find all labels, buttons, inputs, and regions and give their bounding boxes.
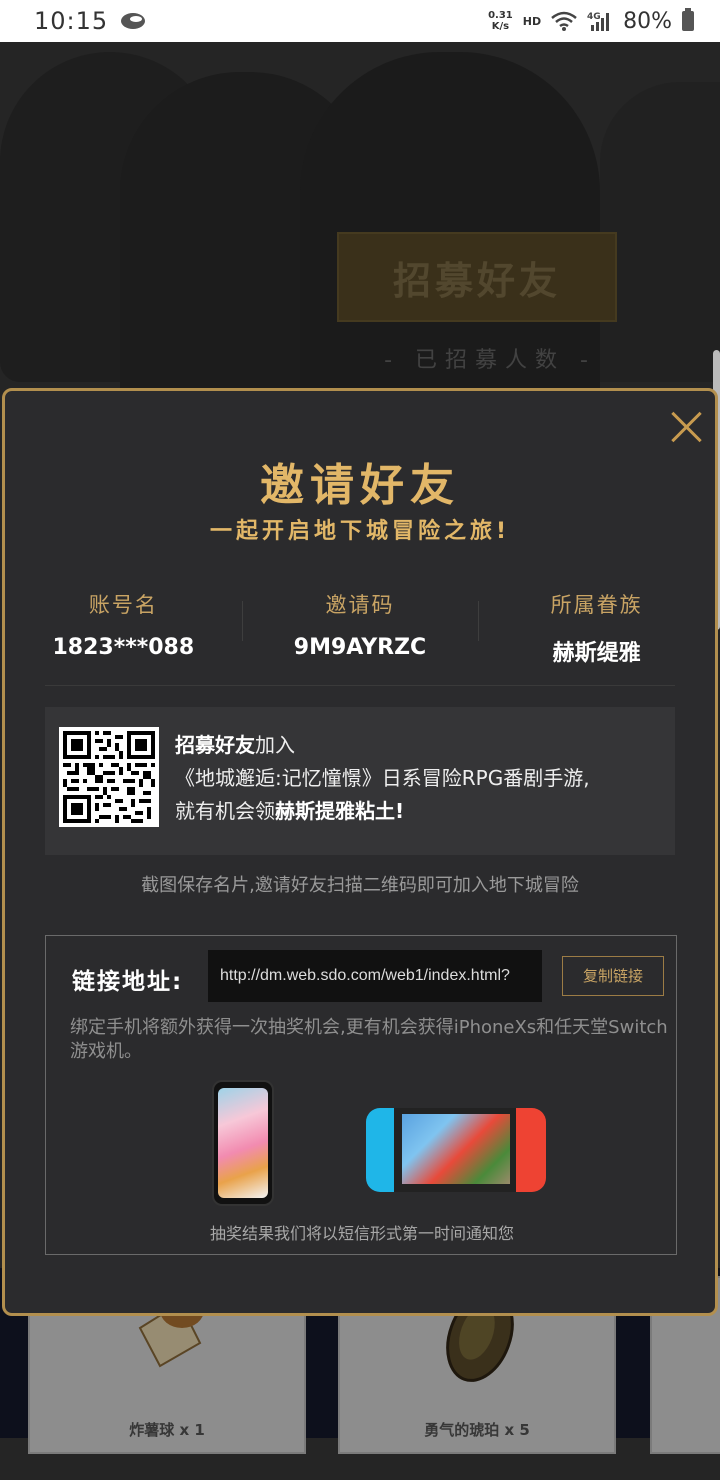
faction-column: 所属眷族 赫斯缇雅 bbox=[478, 581, 715, 681]
nintendo-switch-image bbox=[366, 1108, 546, 1194]
screenshot-hint: 截图保存名片,邀请好友扫描二维码即可加入地下城冒险 bbox=[141, 875, 579, 896]
invite-card: 招募好友加入 《地城邂逅:记忆憧憬》日系冒险RPG番剧手游, 就有机会领赫斯提雅… bbox=[45, 707, 675, 855]
signal-icon: 4G bbox=[587, 12, 610, 31]
invite-link-field[interactable]: http://dm.web.sdo.com/web1/index.html? bbox=[208, 950, 542, 1002]
invite-description: 招募好友加入 《地城邂逅:记忆憧憬》日系冒险RPG番剧手游, 就有机会领赫斯提雅… bbox=[175, 733, 590, 823]
modal-subtitle: 一起开启地下城冒险之旅! bbox=[209, 519, 511, 544]
account-info-row: 账号名 1823***088 邀请码 9M9AYRZC 所属眷族 赫斯缇雅 bbox=[5, 581, 715, 681]
status-bar: 10:15 0.31 K/s HD 4G 80% bbox=[0, 0, 720, 42]
divider bbox=[45, 685, 675, 686]
invite-code-value: 9M9AYRZC bbox=[293, 635, 427, 660]
account-name-label: 账号名 bbox=[88, 593, 158, 617]
qr-code bbox=[59, 727, 159, 827]
account-name-column: 账号名 1823***088 bbox=[5, 581, 242, 681]
svg-text:4G: 4G bbox=[587, 12, 601, 22]
lottery-notice: 抽奖结果我们将以短信形式第一时间通知您 bbox=[209, 1224, 514, 1243]
invite-friends-modal: 邀请好友 一起开启地下城冒险之旅! 账号名 1823***088 邀请码 9M9… bbox=[2, 388, 718, 1316]
modal-title: 邀请好友 bbox=[260, 460, 460, 511]
close-icon[interactable] bbox=[669, 409, 705, 445]
faction-value: 赫斯缇雅 bbox=[552, 641, 641, 666]
hd-indicator: HD bbox=[522, 14, 542, 28]
battery-icon bbox=[682, 8, 694, 31]
status-time: 10:15 bbox=[34, 7, 109, 35]
iphone-image bbox=[212, 1080, 274, 1206]
link-label: 链接地址: bbox=[72, 969, 184, 995]
link-section: 链接地址: http://dm.web.sdo.com/web1/index.h… bbox=[45, 935, 677, 1255]
faction-label: 所属眷族 bbox=[550, 593, 643, 617]
battery-percent: 80% bbox=[623, 8, 672, 34]
app-notification-icon bbox=[121, 13, 146, 29]
bind-phone-text: 绑定手机将额外获得一次抽奖机会,更有机会获得iPhoneXs和任天堂Switch… bbox=[70, 1017, 668, 1062]
account-name-value: 1823***088 bbox=[52, 635, 195, 660]
invite-code-label: 邀请码 bbox=[325, 593, 395, 617]
copy-link-button[interactable]: 复制链接 bbox=[562, 956, 664, 996]
network-speed: 0.31 K/s bbox=[488, 10, 513, 32]
invite-code-column: 邀请码 9M9AYRZC bbox=[241, 581, 479, 681]
wifi-icon bbox=[551, 11, 577, 31]
